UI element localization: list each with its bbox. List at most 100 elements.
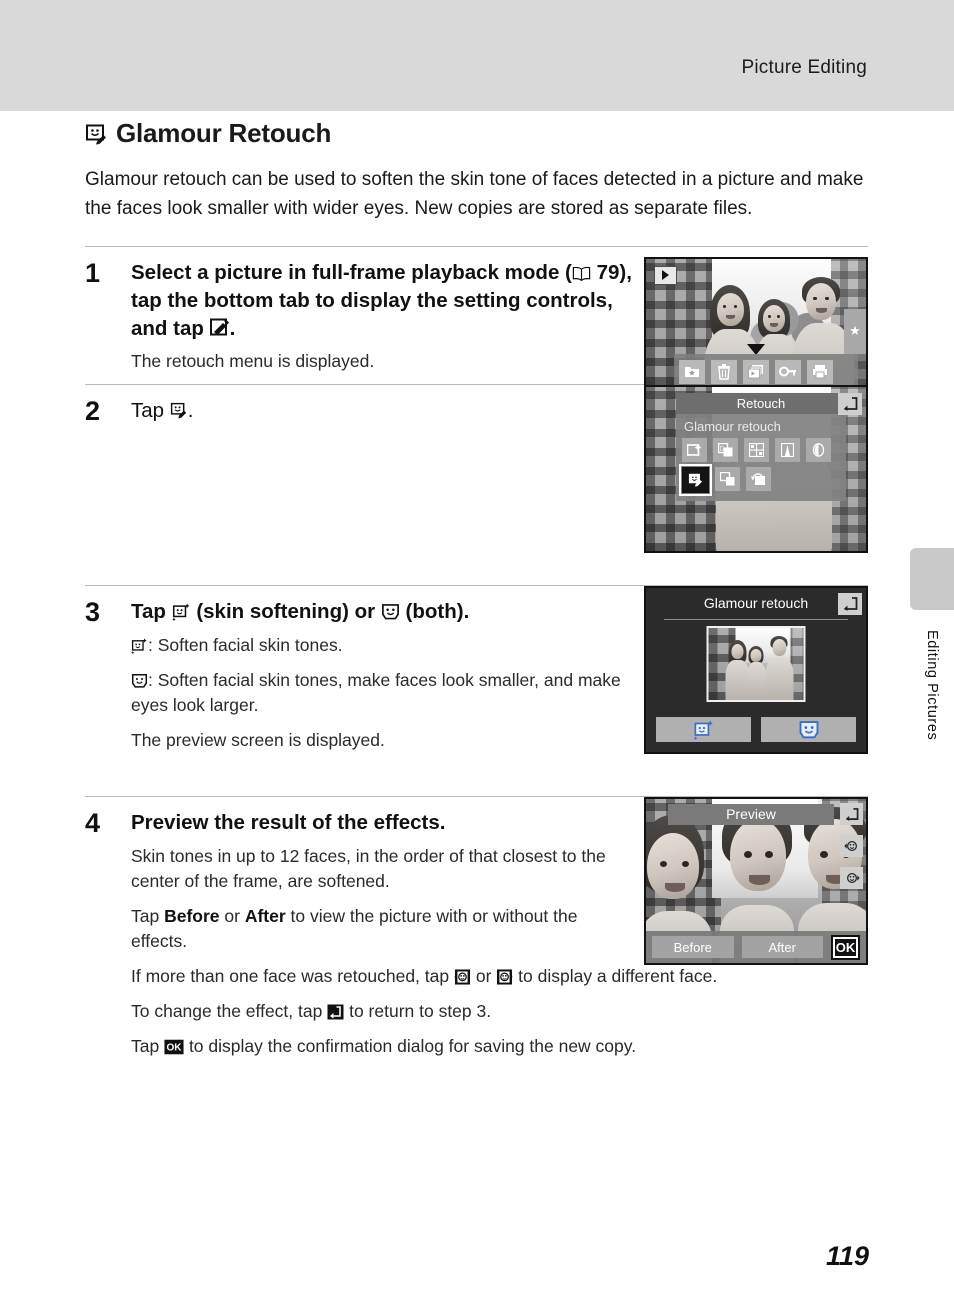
step-4-number: 4 xyxy=(85,808,101,839)
retouch-menu-row-2 xyxy=(679,464,840,497)
prev-face-icon xyxy=(454,969,471,985)
perspective-icon[interactable] xyxy=(775,438,800,463)
step-4-note-3: If more than one face was retouched, tap… xyxy=(131,966,718,987)
quick-retouch-icon[interactable] xyxy=(682,438,707,463)
skin-softening-icon[interactable] xyxy=(806,438,831,463)
glamour-select-title: Glamour retouch xyxy=(703,595,809,612)
before-term: Before xyxy=(164,906,220,927)
step-3-heading-part1: Tap xyxy=(131,600,172,624)
step-3-note-1-text: : Soften facial skin tones. xyxy=(148,635,343,656)
small-picture-icon[interactable] xyxy=(715,467,740,492)
next-face-icon xyxy=(496,969,513,985)
camera-screen-preview: Preview Before After OK xyxy=(644,797,868,966)
page-header-band xyxy=(0,0,954,111)
step-3-number: 3 xyxy=(85,597,101,628)
page-title: Glamour Retouch xyxy=(85,118,868,149)
step-2-body: Tap . xyxy=(131,397,646,575)
both-face-icon xyxy=(131,673,148,689)
page-number: 119 xyxy=(825,1241,869,1271)
step-4-note-5: Tap OK to display the confirmation dialo… xyxy=(131,1036,637,1057)
step-2-heading-part2: . xyxy=(187,399,194,423)
before-after-bar: Before After OK xyxy=(646,931,866,964)
favorites-icon[interactable] xyxy=(679,359,705,384)
glamour-retouch-icon xyxy=(170,402,188,420)
retouch-menu-grid: D xyxy=(676,438,846,501)
ok-icon: OK xyxy=(164,1039,184,1055)
after-term: After xyxy=(244,906,286,927)
intro-paragraph: Glamour retouch can be used to soften th… xyxy=(85,169,864,219)
divider xyxy=(664,619,848,621)
skin-softening-face-icon xyxy=(171,603,191,622)
back-icon[interactable] xyxy=(838,393,862,416)
print-icon[interactable] xyxy=(807,359,833,384)
step-3-note-2: : Soften facial skin tones, make faces l… xyxy=(131,668,646,718)
rotate-image-icon[interactable] xyxy=(746,467,771,492)
chapter-tab-marker xyxy=(910,548,954,610)
camera-screen-retouch-menu: Retouch Glamour retouch D xyxy=(644,385,868,554)
book-reference-icon xyxy=(572,266,591,282)
page-title-text: Glamour Retouch xyxy=(116,118,332,148)
retouch-menu-panel: Retouch Glamour retouch D xyxy=(676,393,846,502)
picture-thumbnail xyxy=(706,626,806,703)
back-icon[interactable] xyxy=(840,803,863,826)
skin-softening-button[interactable] xyxy=(656,717,751,743)
step-4-screenshot: Preview Before After OK xyxy=(644,797,868,966)
delete-icon[interactable] xyxy=(711,359,737,384)
step-4: 4 Preview the result of the effects. Ski… xyxy=(85,797,868,1069)
step-3-screenshot: Glamour retouch xyxy=(644,586,868,755)
camera-screen-glamour-select: Glamour retouch xyxy=(644,586,868,755)
step-3: 3 Tap (skin softening) or (both). : Soft… xyxy=(85,586,868,796)
step-1-note: The retouch menu is displayed. xyxy=(131,351,375,372)
step-1-heading-part3: . xyxy=(229,316,236,340)
ok-button[interactable]: OK xyxy=(831,934,860,960)
after-button[interactable]: After xyxy=(741,936,823,959)
retouch-menu-title: Retouch xyxy=(676,393,846,415)
effect-choice-row xyxy=(656,717,856,743)
svg-text:OK: OK xyxy=(167,1043,183,1054)
playback-icon xyxy=(654,265,677,285)
step-4-note-1: Skin tones in up to 12 faces, in the ord… xyxy=(131,846,606,892)
d-lighting-icon[interactable]: D xyxy=(713,438,738,463)
preview-title: Preview xyxy=(668,804,834,826)
back-icon xyxy=(327,1004,344,1020)
step-1-number: 1 xyxy=(85,257,101,288)
step-3-note-3: The preview screen is displayed. xyxy=(131,730,385,751)
step-4-heading: Preview the result of the effects. xyxy=(131,811,446,835)
retouch-menu-row-1: D xyxy=(682,438,840,463)
step-1-body: Select a picture in full-frame playback … xyxy=(131,259,646,375)
page-content: Glamour Retouch Glamour retouch can be u… xyxy=(85,118,868,1069)
step-2-screenshot: Retouch Glamour retouch D xyxy=(644,385,868,554)
both-face-icon xyxy=(381,603,400,621)
protect-icon[interactable] xyxy=(775,359,801,384)
both-effects-button[interactable] xyxy=(761,717,856,743)
svg-text:D: D xyxy=(720,447,725,453)
step-1: 1 Select a picture in full-frame playbac… xyxy=(85,247,868,425)
step-4-note-2: Tap Before or After to view the picture … xyxy=(131,906,578,952)
step-3-body: Tap (skin softening) or (both). : Soften… xyxy=(131,598,646,786)
step-3-heading: Tap (skin softening) or (both). xyxy=(131,598,646,626)
glamour-retouch-icon xyxy=(85,123,107,145)
step-2-heading-part1: Tap xyxy=(131,399,170,423)
control-row-1 xyxy=(679,359,853,384)
step-2: 2 Tap . Retouch Glamour retouch D xyxy=(85,385,868,585)
favorites-star-icon[interactable]: ★ xyxy=(844,308,866,354)
retouch-icon xyxy=(209,318,230,338)
before-button[interactable]: Before xyxy=(652,936,734,959)
step-4-note-4: To change the effect, tap to return to s… xyxy=(131,1001,492,1022)
step-1-heading-part1: Select a picture in full-frame playback … xyxy=(131,260,572,284)
step-3-note-1: : Soften facial skin tones. xyxy=(131,633,646,658)
prev-face-icon[interactable] xyxy=(840,835,863,858)
filter-effects-icon[interactable] xyxy=(744,438,769,463)
step-1-heading: Select a picture in full-frame playback … xyxy=(131,259,646,343)
preview-side-buttons xyxy=(840,803,863,890)
retouch-menu-selected-label: Glamour retouch xyxy=(684,419,781,435)
chapter-tab-label: Editing Pictures xyxy=(924,630,940,741)
step-2-heading: Tap . xyxy=(131,397,646,425)
page-header-title: Picture Editing xyxy=(741,57,867,78)
step-3-note-2-text: : Soften facial skin tones, make faces l… xyxy=(131,670,621,716)
next-face-icon[interactable] xyxy=(840,867,863,890)
back-icon[interactable] xyxy=(838,593,862,616)
step-3-heading-part2: (skin softening) or xyxy=(190,600,381,624)
glamour-retouch-icon[interactable] xyxy=(679,464,712,497)
slideshow-icon[interactable] xyxy=(743,359,769,384)
